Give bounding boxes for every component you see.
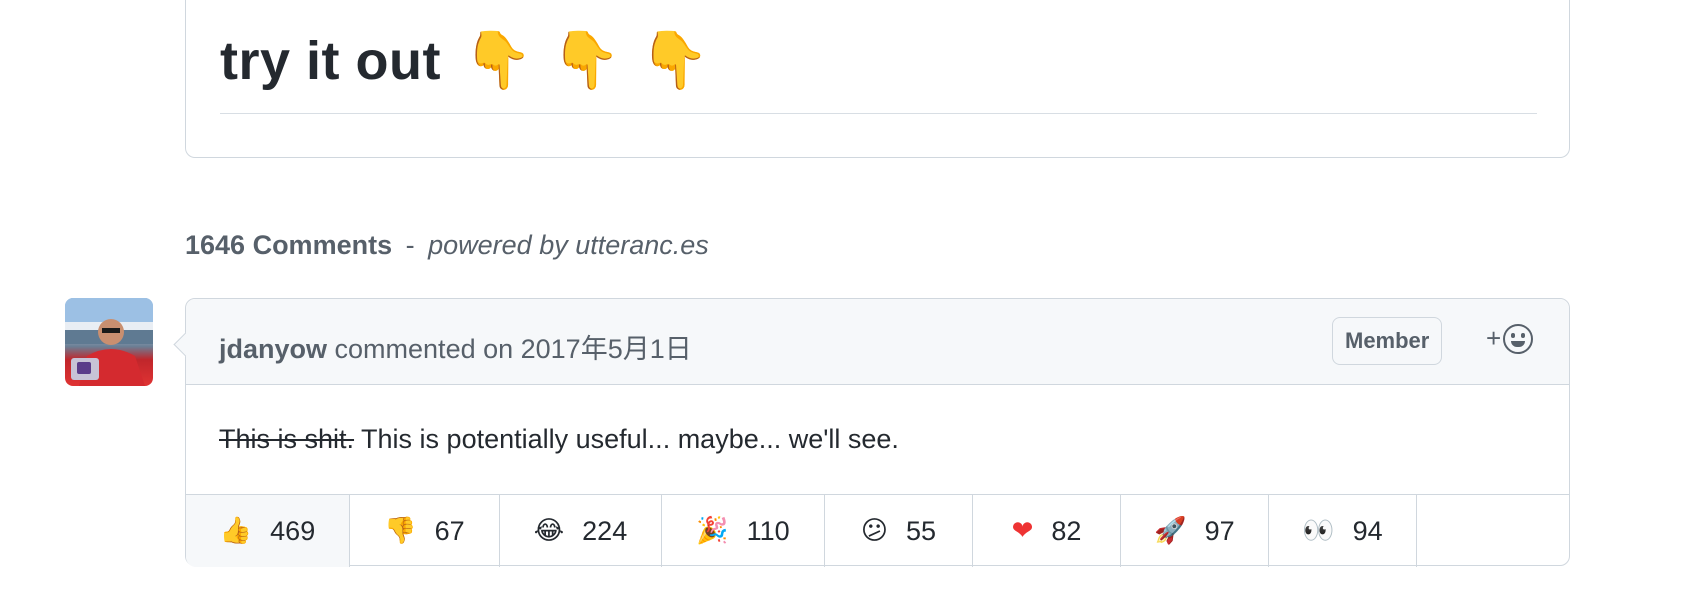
laughing-icon: 😂 bbox=[533, 516, 565, 546]
heart-icon: ❤ bbox=[1011, 516, 1034, 546]
comment-author-link[interactable]: jdanyow bbox=[219, 334, 327, 364]
reaction-count: 67 bbox=[434, 515, 465, 546]
powered-by-link[interactable]: powered by utteranc.es bbox=[428, 230, 709, 260]
reaction-count: 97 bbox=[1204, 515, 1235, 546]
member-badge: Member bbox=[1332, 317, 1443, 365]
party-popper-icon: 🎉 bbox=[696, 516, 729, 546]
reaction-count: 94 bbox=[1352, 515, 1383, 546]
comment-date-text[interactable]: commented on 2017年5月1日 bbox=[335, 334, 692, 364]
reaction-rocket[interactable]: 🚀 97 bbox=[1121, 495, 1269, 567]
comment-card: jdanyow commented on 2017年5月1日 Member + … bbox=[185, 298, 1570, 568]
reaction-thumbs-down[interactable]: 👎 67 bbox=[350, 495, 500, 567]
smiley-icon bbox=[1503, 323, 1534, 354]
reaction-count: 55 bbox=[906, 515, 937, 546]
comment-text: This is potentially useful... maybe... w… bbox=[361, 424, 899, 454]
pointing-down-icon: 👇 bbox=[462, 28, 534, 93]
eyes-icon: 👀 bbox=[1302, 516, 1335, 546]
reaction-confused[interactable]: 😕 55 bbox=[825, 495, 973, 567]
add-reaction-button[interactable]: + bbox=[1486, 323, 1534, 354]
comments-header: 1646 Comments - powered by utteranc.es bbox=[185, 230, 709, 261]
pointing-down-icons: 👇 👇 👇 bbox=[463, 33, 710, 89]
post-heading-text: try it out bbox=[220, 31, 441, 91]
reaction-count: 82 bbox=[1051, 515, 1082, 546]
avatar[interactable] bbox=[65, 298, 153, 386]
reaction-eyes[interactable]: 👀 94 bbox=[1269, 495, 1417, 567]
strikethrough-text: This is shit. bbox=[219, 424, 355, 454]
reaction-count: 224 bbox=[582, 515, 628, 546]
thumbs-down-icon: 👎 bbox=[384, 516, 417, 546]
pointing-down-icon: 👇 bbox=[551, 28, 622, 93]
comments-separator: - bbox=[405, 230, 415, 260]
reaction-laugh[interactable]: 😂 224 bbox=[500, 495, 662, 567]
heading-divider bbox=[220, 113, 1537, 114]
comments-count: 1646 Comments bbox=[185, 230, 393, 260]
comment-body: This is shit. This is potentially useful… bbox=[219, 424, 899, 455]
plus-icon: + bbox=[1486, 323, 1502, 353]
reactions-bar: 👍 469 👎 67 😂 224 🎉 110 😕 55 ❤ 82 🚀 97 👀 bbox=[186, 494, 1569, 568]
avatar-image bbox=[65, 298, 153, 386]
pointing-down-icon: 👇 bbox=[639, 28, 710, 93]
reaction-count: 469 bbox=[270, 515, 316, 546]
reaction-thumbs-up[interactable]: 👍 469 bbox=[186, 495, 350, 567]
confused-face-icon: 😕 bbox=[860, 516, 889, 546]
reaction-hooray[interactable]: 🎉 110 bbox=[662, 495, 825, 567]
comment-header: jdanyow commented on 2017年5月1日 Member + bbox=[186, 299, 1569, 385]
reaction-count: 110 bbox=[746, 515, 790, 546]
thumbs-up-icon: 👍 bbox=[219, 516, 253, 546]
reaction-heart[interactable]: ❤ 82 bbox=[973, 495, 1121, 567]
comment-meta: jdanyow commented on 2017年5月1日 bbox=[219, 327, 692, 366]
rocket-icon: 🚀 bbox=[1154, 516, 1187, 546]
post-card: try it out 👇 👇 👇 bbox=[185, 0, 1570, 158]
post-heading: try it out 👇 👇 👇 bbox=[220, 30, 710, 92]
